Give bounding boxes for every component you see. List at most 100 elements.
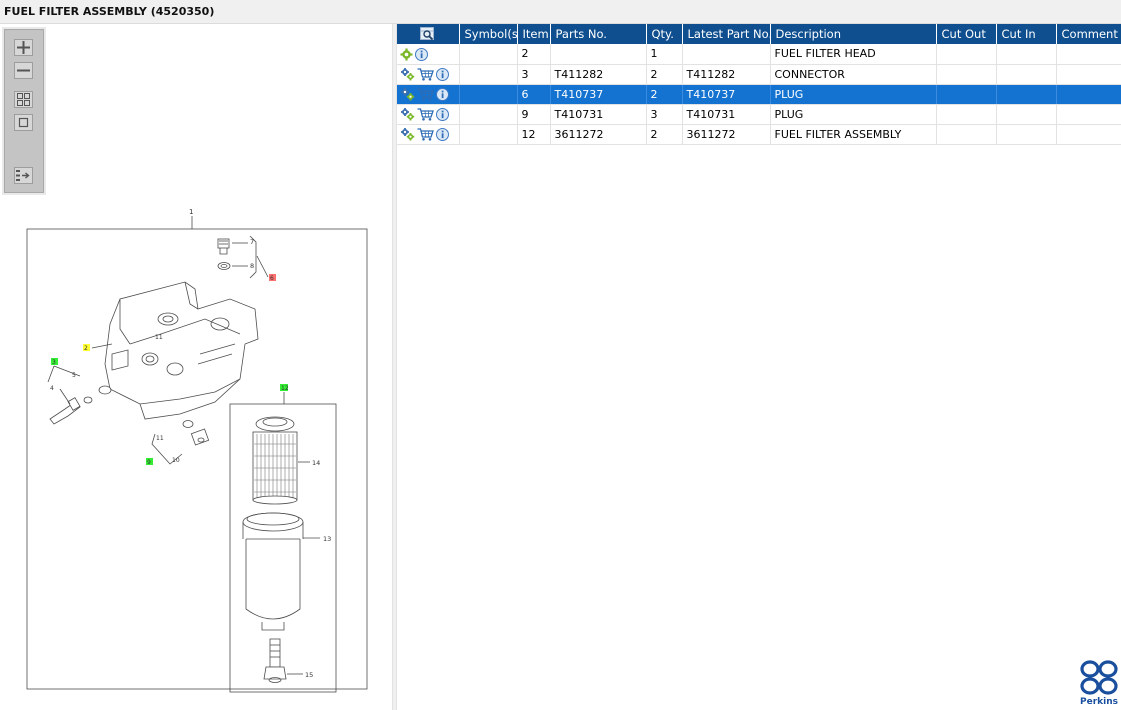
- cell-symbols: [459, 44, 518, 65]
- toggle-list-button[interactable]: [14, 167, 33, 184]
- row-action-icons: [397, 64, 460, 85]
- cell-cut-out: [936, 124, 997, 145]
- actual-size-icon: [18, 117, 29, 128]
- cell-cut-out: [936, 84, 997, 105]
- table-row[interactable]: 6 T410737 2 T410737 PLUG: [397, 84, 1121, 105]
- cell-cut-in: [996, 64, 1057, 85]
- callout-6[interactable]: 6: [270, 275, 274, 282]
- table-row[interactable]: 2 1 FUEL FILTER HEAD: [397, 44, 1121, 65]
- cell-item: 2: [517, 44, 551, 65]
- cell-qty: 3: [646, 104, 683, 125]
- cell-cut-in: [996, 44, 1057, 65]
- callout-10[interactable]: 10: [172, 457, 180, 464]
- info-icon[interactable]: [436, 87, 451, 101]
- cell-qty: 2: [646, 124, 683, 145]
- parts-table: Symbol(s) Item Parts No. Qty. Latest Par…: [397, 24, 1121, 145]
- connector-drawing: [49, 385, 112, 425]
- column-header-latest-part-no[interactable]: Latest Part No.: [682, 24, 771, 44]
- filter-head-drawing: 11: [104, 281, 259, 420]
- cell-item: 9: [517, 104, 551, 125]
- cart-icon[interactable]: [417, 107, 436, 121]
- cart-icon[interactable]: [417, 87, 436, 101]
- table-row[interactable]: 9 T410731 3 T410731 PLUG: [397, 104, 1121, 125]
- actual-size-button[interactable]: [14, 114, 33, 131]
- cell-cut-out: [936, 44, 997, 65]
- cell-item: 3: [517, 64, 551, 85]
- info-icon[interactable]: [436, 67, 451, 81]
- filter-element-drawing: [252, 416, 298, 505]
- callout-14[interactable]: 14: [312, 459, 320, 467]
- cell-latest-part-no: [682, 44, 771, 65]
- cell-part-no: T410731: [550, 104, 647, 125]
- callout-9[interactable]: 9: [147, 459, 151, 466]
- column-header-search[interactable]: [397, 24, 460, 44]
- column-header-parts-no[interactable]: Parts No.: [550, 24, 647, 44]
- cart-icon[interactable]: [417, 127, 436, 141]
- column-header-cut-in[interactable]: Cut In: [996, 24, 1057, 44]
- cell-cut-in: [996, 124, 1057, 145]
- callout-12[interactable]: 12: [281, 385, 289, 392]
- gears-icon[interactable]: [400, 87, 417, 101]
- cell-latest-part-no: T411282: [682, 64, 771, 85]
- column-header-qty[interactable]: Qty.: [646, 24, 683, 44]
- callout-11[interactable]: 11: [156, 435, 164, 442]
- callout-13[interactable]: 13: [323, 535, 331, 543]
- cell-qty: 1: [646, 44, 683, 65]
- zoom-in-button[interactable]: [14, 39, 33, 56]
- cell-cut-in: [996, 84, 1057, 105]
- callout-8[interactable]: 8: [250, 262, 254, 270]
- cell-comment: [1056, 44, 1121, 65]
- column-header-item[interactable]: Item: [517, 24, 551, 44]
- perkins-logo-mark: [1080, 660, 1118, 695]
- callout-3[interactable]: 3: [52, 359, 56, 366]
- diagram-pane: 1 11 7 8 6 2 3 4 5 9 11 10 12 14 13 15: [0, 24, 392, 710]
- cell-qty: 2: [646, 84, 683, 105]
- callout-15[interactable]: 15: [305, 671, 313, 679]
- row-action-icons: [397, 44, 460, 65]
- plug-9-drawing: [182, 420, 210, 446]
- cell-cut-in: [996, 104, 1057, 125]
- cell-part-no: 3611272: [550, 124, 647, 145]
- gears-icon[interactable]: [400, 67, 417, 81]
- column-header-symbols[interactable]: Symbol(s): [459, 24, 518, 44]
- table-row[interactable]: 12 3611272 2 3611272 FUEL FILTER ASSEMBLY: [397, 124, 1121, 145]
- table-body: 2 1 FUEL FILTER HEAD 3 T411282 2 T411282 CONNEC…: [397, 44, 1121, 145]
- cell-item: 6: [517, 84, 551, 105]
- svg-text:11: 11: [155, 334, 163, 341]
- column-header-comment[interactable]: Comment: [1056, 24, 1121, 44]
- zoom-out-button[interactable]: [14, 62, 33, 79]
- cell-symbols: [459, 124, 518, 145]
- perkins-logo: Perkins: [1079, 660, 1119, 708]
- exploded-parts-diagram[interactable]: 1 11 7 8 6 2 3 4 5 9 11 10 12 14 13 15: [0, 204, 392, 710]
- callout-1[interactable]: 1: [189, 208, 193, 216]
- row-action-icons: [397, 104, 460, 125]
- gear-icon[interactable]: [400, 47, 415, 60]
- row-action-icons: [397, 124, 460, 145]
- info-icon[interactable]: [415, 47, 430, 61]
- info-icon[interactable]: [436, 107, 451, 121]
- row-action-icons: [397, 84, 460, 105]
- table-row[interactable]: 3 T411282 2 T411282 CONNECTOR: [397, 64, 1121, 85]
- cell-qty: 2: [646, 64, 683, 85]
- cell-description: CONNECTOR: [770, 64, 937, 85]
- callout-2[interactable]: 2: [84, 345, 88, 352]
- fit-all-button[interactable]: [14, 91, 33, 108]
- callout-5[interactable]: 5: [72, 372, 76, 379]
- cart-icon[interactable]: [417, 67, 436, 81]
- column-header-description[interactable]: Description: [770, 24, 937, 44]
- filter-bowl-drawing: [242, 512, 304, 631]
- cell-description: FUEL FILTER HEAD: [770, 44, 937, 65]
- zoom-in-icon: [17, 41, 30, 54]
- cell-comment: [1056, 104, 1121, 125]
- column-header-cut-out[interactable]: Cut Out: [936, 24, 997, 44]
- info-icon[interactable]: [436, 127, 451, 141]
- cell-description: PLUG: [770, 104, 937, 125]
- cell-description: FUEL FILTER ASSEMBLY: [770, 124, 937, 145]
- gears-icon[interactable]: [400, 107, 417, 121]
- gears-icon[interactable]: [400, 127, 417, 141]
- callout-7[interactable]: 7: [250, 238, 254, 246]
- cell-latest-part-no: T410731: [682, 104, 771, 125]
- cell-symbols: [459, 104, 518, 125]
- callout-4[interactable]: 4: [50, 385, 54, 392]
- cell-comment: [1056, 84, 1121, 105]
